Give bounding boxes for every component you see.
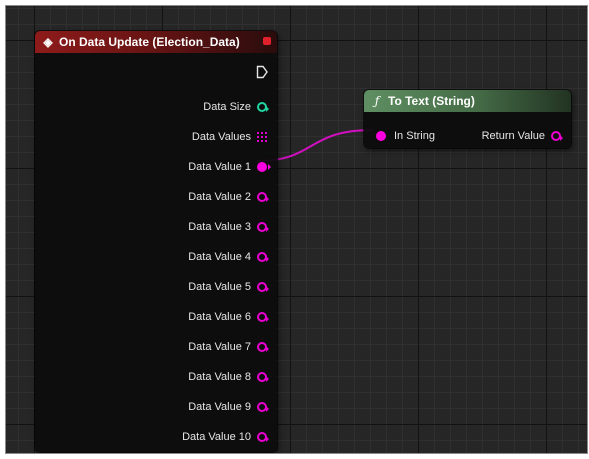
event-node-title: On Data Update (Election_Data): [59, 35, 240, 49]
output-row-data-value-7[interactable]: Data Value 7: [188, 339, 269, 355]
string-output-pin-icon[interactable]: [257, 282, 269, 292]
output-row-return-value[interactable]: Return Value: [481, 128, 563, 144]
output-label-data-value-10: Data Value 10: [182, 431, 251, 443]
function-node-header[interactable]: ƒ To Text (String): [364, 90, 571, 112]
output-label-data-value-8: Data Value 8: [188, 371, 251, 383]
exec-output-pin-icon[interactable]: [256, 65, 268, 79]
string-output-pin-connected-icon[interactable]: [257, 162, 271, 172]
string-output-pin-icon[interactable]: [257, 372, 269, 382]
string-output-pin-icon[interactable]: [257, 252, 269, 262]
function-node-title: To Text (String): [388, 94, 475, 108]
string-output-pin-icon[interactable]: [257, 402, 269, 412]
text-output-pin-icon[interactable]: [551, 131, 563, 141]
output-label-data-value-4: Data Value 4: [188, 251, 251, 263]
output-row-data-value-8[interactable]: Data Value 8: [188, 369, 269, 385]
output-row-data-size[interactable]: Data Size: [203, 99, 269, 115]
output-row-data-value-10[interactable]: Data Value 10: [182, 429, 269, 445]
string-output-pin-icon[interactable]: [257, 192, 269, 202]
output-label-return-value: Return Value: [481, 130, 545, 142]
output-label-data-value-5: Data Value 5: [188, 281, 251, 293]
delegate-pin-icon[interactable]: [263, 37, 271, 45]
blueprint-graph-canvas[interactable]: ◈ On Data Update (Election_Data) Data Si…: [5, 5, 588, 454]
output-label-data-value-9: Data Value 9: [188, 401, 251, 413]
output-row-data-value-4[interactable]: Data Value 4: [188, 249, 269, 265]
string-output-pin-icon[interactable]: [257, 342, 269, 352]
function-f-icon: ƒ: [374, 94, 380, 108]
output-row-data-value-1[interactable]: Data Value 1: [188, 159, 271, 175]
string-output-pin-icon[interactable]: [257, 312, 269, 322]
string-output-pin-icon[interactable]: [257, 432, 269, 442]
output-row-data-value-6[interactable]: Data Value 6: [188, 309, 269, 325]
function-node-to-text-string[interactable]: ƒ To Text (String) In String Return Valu…: [364, 90, 571, 148]
output-label-data-value-1: Data Value 1: [188, 161, 251, 173]
output-row-data-values[interactable]: Data Values: [192, 129, 267, 145]
output-label-data-value-7: Data Value 7: [188, 341, 251, 353]
event-node-header[interactable]: ◈ On Data Update (Election_Data): [35, 31, 277, 53]
output-row-data-value-2[interactable]: Data Value 2: [188, 189, 269, 205]
output-row-data-value-9[interactable]: Data Value 9: [188, 399, 269, 415]
array-output-pin-icon[interactable]: [257, 132, 267, 142]
string-output-pin-icon[interactable]: [257, 222, 269, 232]
output-label-data-value-3: Data Value 3: [188, 221, 251, 233]
integer-output-pin-icon[interactable]: [257, 102, 269, 112]
output-row-data-value-5[interactable]: Data Value 5: [188, 279, 269, 295]
event-diamond-icon: ◈: [43, 35, 53, 49]
input-row-in-string[interactable]: In String: [376, 128, 435, 144]
event-node-on-data-update[interactable]: ◈ On Data Update (Election_Data) Data Si…: [35, 31, 277, 452]
output-row-data-value-3[interactable]: Data Value 3: [188, 219, 269, 235]
output-label-data-value-2: Data Value 2: [188, 191, 251, 203]
input-label-in-string: In String: [394, 130, 435, 142]
output-label-data-value-6: Data Value 6: [188, 311, 251, 323]
output-label-data-size: Data Size: [203, 101, 251, 113]
string-input-pin-connected-icon[interactable]: [376, 131, 386, 141]
output-label-data-values: Data Values: [191, 131, 251, 143]
